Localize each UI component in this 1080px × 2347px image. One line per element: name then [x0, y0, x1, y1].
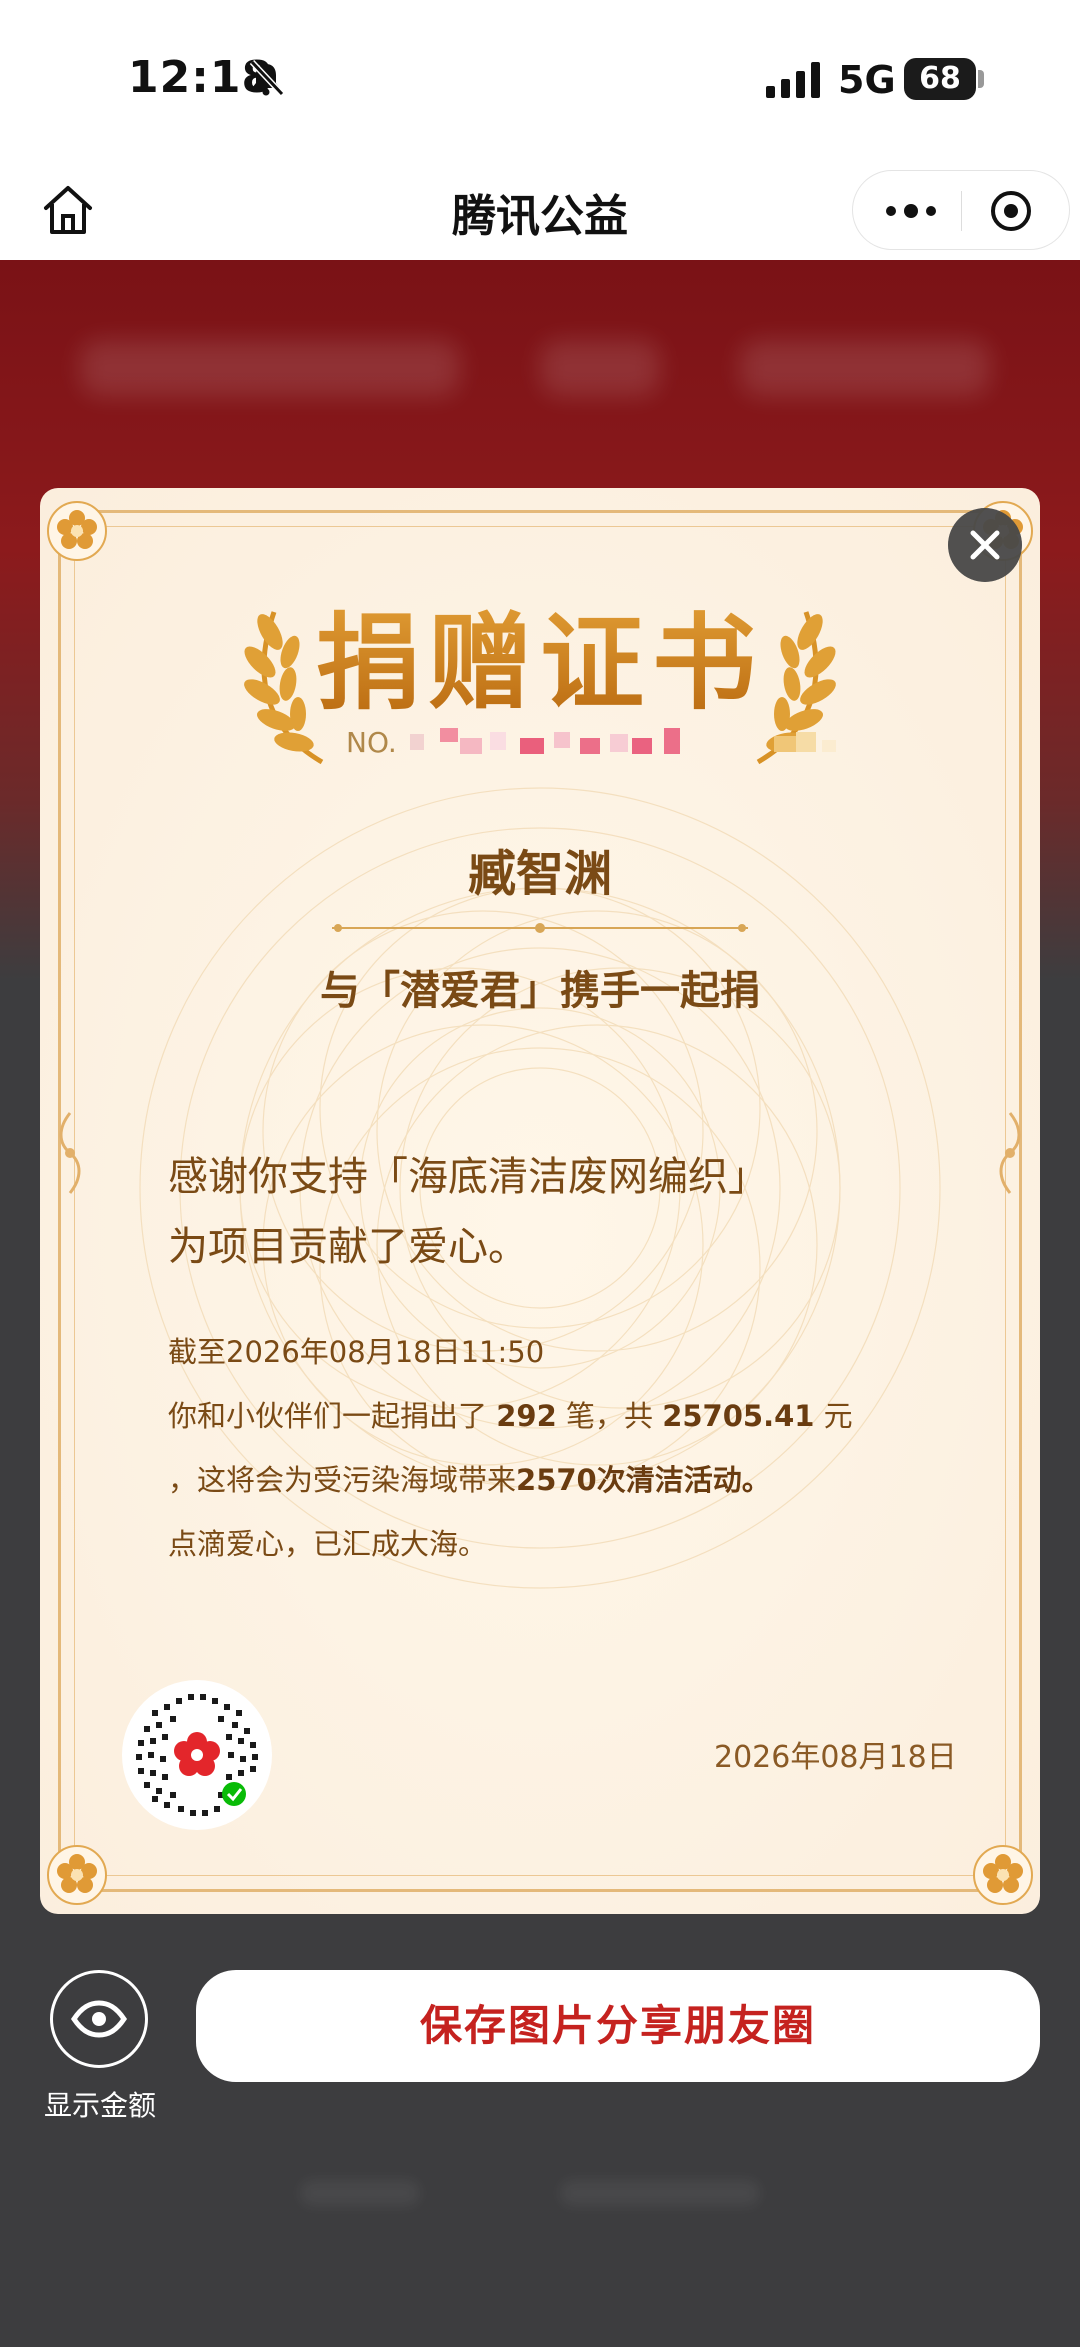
donation-amount: 25705.41	[662, 1399, 815, 1433]
donation-certificate: 捐赠证书 NO. 臧智渊 与「潜爱君」携手一起捐 感谢你支持「海底清洁废网编织」…	[40, 488, 1040, 1914]
joint-donation-text: 与「潜爱君」携手一起捐	[320, 968, 760, 1014]
more-icon[interactable]	[881, 193, 941, 229]
background-blur	[80, 340, 460, 396]
closing-line: 点滴爱心，已汇成大海。	[168, 1527, 488, 1561]
summary-prefix: 你和小伙伴们一起捐出了	[168, 1399, 497, 1433]
amount-unit: 元	[814, 1399, 853, 1433]
mute-bell-icon	[249, 59, 285, 97]
background-blur	[560, 2180, 760, 2206]
background-blur	[300, 2180, 420, 2206]
ornament-icon	[59, 1112, 81, 1194]
background-blur	[540, 340, 660, 396]
as-of-time: 截至2026年08月18日11:50	[168, 1335, 545, 1369]
thanks-message: 感谢你支持「海底清洁废网编织」 为项目贡献了爱心。	[168, 1142, 768, 1282]
summary-mid: 笔，共	[556, 1399, 663, 1433]
capsule-divider	[961, 191, 962, 231]
donation-details: 截至2026年08月18日11:50 你和小伙伴们一起捐出了 292 笔，共 2…	[168, 1320, 853, 1576]
show-amount-button[interactable]	[50, 1970, 148, 2068]
network-type: 5G	[838, 58, 896, 102]
save-share-button[interactable]: 保存图片分享朋友圈	[196, 1970, 1040, 2082]
flower-corner-icon	[47, 1845, 107, 1905]
redacted-number	[774, 732, 836, 752]
eye-icon	[70, 2000, 128, 2038]
battery-indicator: 68	[904, 58, 976, 100]
redacted-number	[410, 728, 680, 754]
close-mini-program-icon[interactable]	[989, 189, 1033, 233]
thanks-line-2: 为项目贡献了爱心。	[168, 1224, 528, 1270]
donation-count: 292	[496, 1399, 557, 1433]
background-blur	[740, 340, 990, 396]
donation-summary: 你和小伙伴们一起捐出了 292 笔，共 25705.41 元	[168, 1384, 853, 1448]
flower-corner-icon	[47, 501, 107, 561]
flower-corner-icon	[973, 1845, 1033, 1905]
mini-program-capsule	[852, 170, 1070, 250]
divider	[332, 923, 748, 933]
status-bar: 12:18 5G 68	[0, 0, 1080, 160]
nav-bar: 腾讯公益	[0, 160, 1080, 260]
impact-prefix: ，这将会为受污染海域带来	[168, 1463, 517, 1497]
impact-count: 2570次清洁活动。	[516, 1463, 771, 1497]
show-amount-label: 显示金额	[43, 2089, 156, 2122]
close-icon[interactable]	[948, 508, 1022, 582]
mini-program-qr-code	[122, 1680, 272, 1830]
signal-icon	[766, 62, 820, 98]
thanks-line-1: 感谢你支持「海底清洁废网编织」	[168, 1154, 768, 1200]
battery-tip	[978, 70, 984, 88]
certificate-date: 2026年08月18日	[714, 1740, 957, 1775]
certificate-number-label: NO.	[346, 726, 397, 759]
donor-name: 臧智渊	[467, 846, 612, 902]
certificate-title: 捐赠证书	[40, 578, 1040, 729]
ornament-icon	[999, 1112, 1021, 1194]
impact-line: ，这将会为受污染海域带来2570次清洁活动。	[168, 1448, 853, 1512]
